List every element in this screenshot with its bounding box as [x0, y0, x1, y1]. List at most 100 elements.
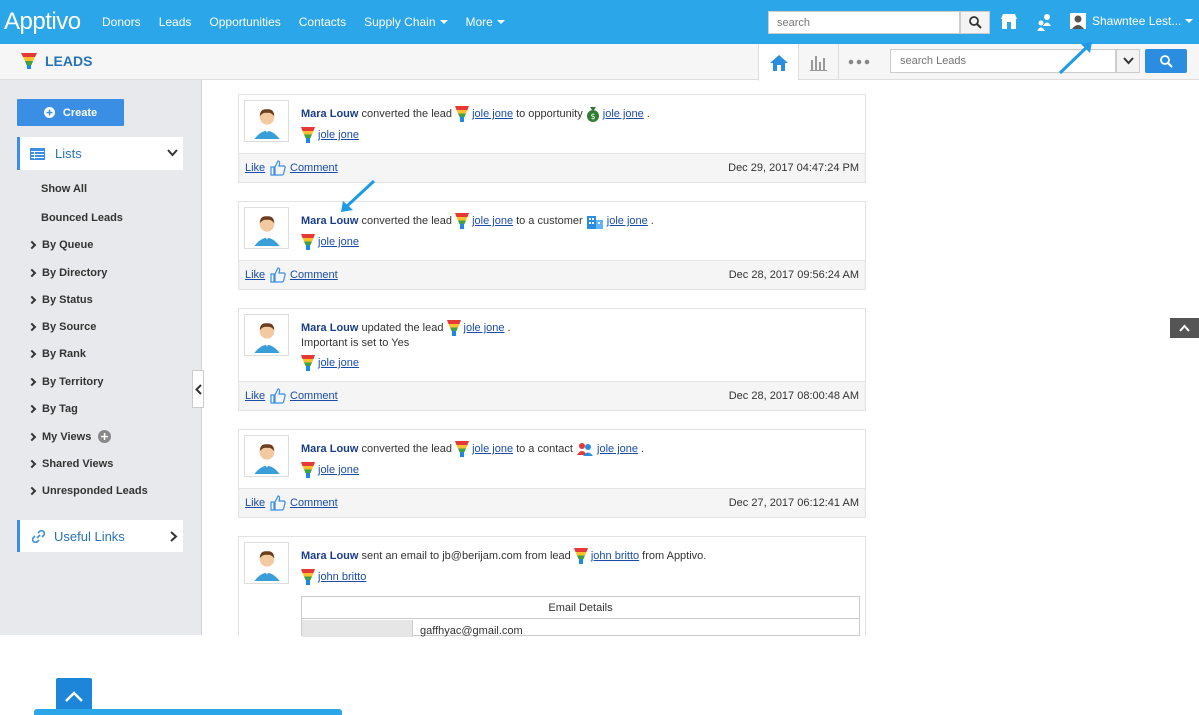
avatar[interactable] [244, 314, 289, 356]
thumbs-up-icon[interactable] [270, 267, 286, 283]
plus-circle-icon [43, 107, 55, 118]
sidebar-collapse-toggle[interactable] [192, 370, 204, 408]
lead-link[interactable]: jole jone [472, 443, 513, 455]
lead-link[interactable]: john britto [591, 550, 639, 562]
nav-supply-chain[interactable]: Supply Chain [364, 15, 448, 29]
sidebar-item-show-all[interactable]: Show All [41, 183, 87, 195]
leads-funnel-icon [301, 462, 315, 478]
tab-home[interactable] [758, 44, 798, 81]
leads-funnel-icon [455, 441, 469, 457]
related-record: jole jone [301, 127, 362, 143]
chevron-up-icon [65, 691, 83, 702]
store-icon[interactable] [1000, 13, 1018, 33]
chevron-right-icon [27, 295, 37, 305]
activity-user[interactable]: Mara Louw [301, 215, 358, 227]
sidebar-item-by-status[interactable]: By Status [27, 294, 93, 306]
search-icon [968, 16, 982, 29]
global-search-button[interactable] [960, 11, 990, 34]
useful-links-section[interactable]: Useful Links [17, 520, 183, 552]
add-view-icon[interactable] [98, 430, 112, 443]
like-link[interactable]: Like [245, 162, 265, 174]
sidebar-item-by-territory[interactable]: By Territory [27, 376, 104, 388]
tab-more[interactable] [838, 44, 878, 80]
activity-timestamp: Dec 28, 2017 09:56:24 AM [728, 269, 859, 281]
customer-link[interactable]: jole jone [607, 215, 648, 227]
avatar[interactable] [244, 542, 289, 584]
leads-funnel-icon [301, 569, 315, 585]
sidebar-item-unresponded-leads[interactable]: Unresponded Leads [27, 485, 148, 497]
comment-link[interactable]: Comment [290, 269, 338, 281]
leads-search-input[interactable] [890, 49, 1116, 73]
nav-leads[interactable]: Leads [159, 15, 192, 29]
bottom-panel-bar[interactable] [34, 709, 342, 715]
page-title-text: LEADS [45, 53, 93, 69]
comment-link[interactable]: Comment [290, 162, 338, 174]
scroll-up-button[interactable] [1170, 318, 1199, 338]
lead-link[interactable]: jole jone [472, 108, 513, 120]
activity-timestamp: Dec 28, 2017 08:00:48 AM [728, 390, 859, 402]
sidebar-item-by-directory[interactable]: By Directory [27, 267, 107, 279]
users-icon[interactable] [1034, 12, 1054, 35]
user-name: Shawntee Lest... [1092, 14, 1182, 28]
comment-link[interactable]: Comment [290, 390, 338, 402]
user-menu[interactable]: Shawntee Lest... [1070, 13, 1194, 29]
user-avatar-icon [249, 103, 285, 139]
sidebar-item-by-source[interactable]: By Source [27, 321, 96, 333]
like-link[interactable]: Like [245, 390, 265, 402]
caret-down-icon [1185, 19, 1194, 23]
nav-donors[interactable]: Donors [102, 15, 141, 29]
thumbs-up-icon[interactable] [270, 160, 286, 176]
thumbs-up-icon[interactable] [270, 495, 286, 511]
activity-connector: to a contact [516, 443, 573, 455]
nav-contacts[interactable]: Contacts [299, 15, 346, 29]
related-lead-link[interactable]: jole jone [318, 357, 359, 369]
sidebar: Create Lists Show All Bounced Leads By Q… [0, 80, 342, 715]
activity-user[interactable]: Mara Louw [301, 550, 358, 562]
nav-more[interactable]: More [466, 15, 505, 29]
sidebar-item-by-tag[interactable]: By Tag [27, 403, 78, 415]
lead-link[interactable]: jole jone [472, 215, 513, 227]
related-lead-link[interactable]: jole jone [318, 464, 359, 476]
related-lead-link[interactable]: john britto [318, 571, 366, 583]
activity-user[interactable]: Mara Louw [301, 322, 358, 334]
leads-search-button[interactable] [1145, 49, 1187, 73]
activity-card: Mara Louw converted the lead jole jone t… [238, 201, 866, 290]
activity-user[interactable]: Mara Louw [301, 108, 358, 120]
avatar[interactable] [244, 100, 289, 142]
lead-link[interactable]: jole jone [464, 322, 505, 334]
create-button[interactable]: Create [17, 99, 124, 126]
search-filter-dropdown[interactable] [1116, 49, 1140, 73]
activity-footer: Like Comment Dec 29, 2017 04:47:24 PM [239, 153, 865, 182]
sidebar-item-by-queue[interactable]: By Queue [27, 239, 94, 251]
related-lead-link[interactable]: jole jone [318, 129, 359, 141]
avatar[interactable] [244, 207, 289, 249]
opportunity-link[interactable]: jole jone [603, 108, 644, 120]
sidebar-item-shared-views[interactable]: Shared Views [27, 458, 113, 470]
activity-connector: to a customer [516, 215, 583, 227]
contact-link[interactable]: jole jone [597, 443, 638, 455]
lists-section-header[interactable]: Lists [17, 137, 183, 170]
chevron-right-icon [27, 432, 37, 441]
global-search-input[interactable] [768, 11, 960, 34]
like-link[interactable]: Like [245, 269, 265, 281]
sidebar-item-bounced-leads[interactable]: Bounced Leads [41, 212, 123, 224]
chevron-right-icon [27, 240, 37, 250]
sidebar-item-my-views[interactable]: My Views [27, 430, 112, 443]
user-avatar-icon [249, 317, 285, 353]
sidebar-item-label: Bounced Leads [41, 212, 123, 224]
thumbs-up-icon[interactable] [270, 388, 286, 404]
activity-line: Mara Louw sent an email to jb@berijam.co… [301, 548, 706, 564]
sidebar-item-by-rank[interactable]: By Rank [27, 348, 86, 360]
sidebar-item-label: By Status [42, 294, 93, 306]
search-icon [1159, 54, 1173, 68]
nav-opportunities[interactable]: Opportunities [209, 15, 280, 29]
apptivo-logo[interactable]: Apptivo [4, 8, 81, 36]
sidebar-item-label: By Queue [42, 239, 94, 251]
chevron-right-icon [27, 322, 37, 332]
activity-user[interactable]: Mara Louw [301, 443, 358, 455]
comment-link[interactable]: Comment [290, 497, 338, 509]
avatar[interactable] [244, 435, 289, 477]
like-link[interactable]: Like [245, 497, 265, 509]
tab-reports[interactable] [798, 44, 838, 80]
related-lead-link[interactable]: jole jone [318, 236, 359, 248]
